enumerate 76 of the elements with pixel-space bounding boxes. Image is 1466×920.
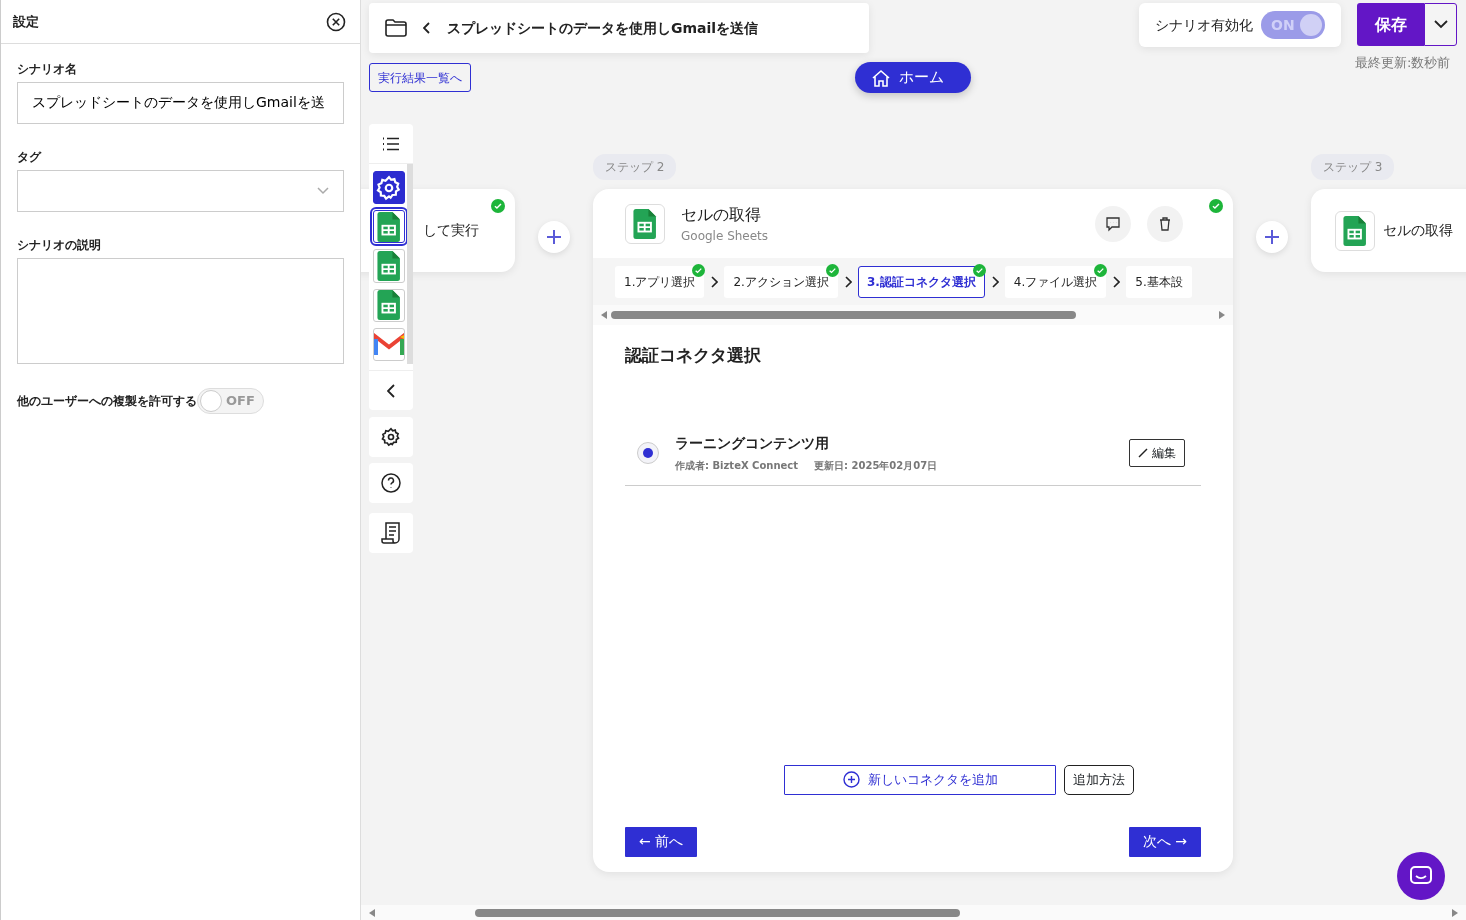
- app-name: Google Sheets: [681, 227, 770, 245]
- trash-icon: [1157, 215, 1173, 232]
- home-button[interactable]: ホーム: [855, 62, 971, 93]
- spreadsheet-icon: [633, 208, 657, 239]
- step-title: セルの取得: [681, 203, 762, 226]
- app-step-button[interactable]: [373, 210, 405, 244]
- next-button[interactable]: 次へ →: [1128, 826, 1201, 857]
- activation-label: シナリオ有効化: [1155, 15, 1253, 35]
- spreadsheet-icon: [377, 251, 401, 281]
- step-tab[interactable]: 4.ファイル選択: [1004, 265, 1107, 298]
- edit-button[interactable]: 編集: [1129, 438, 1185, 467]
- field-label: シナリオの説明: [17, 237, 102, 254]
- chevron-down-icon: [1433, 20, 1448, 29]
- section-title: 認証コネクタ選択: [625, 344, 762, 367]
- results-link[interactable]: 実行結果一覧へ: [369, 63, 471, 92]
- help-icon: [381, 473, 401, 493]
- chevron-down-icon: [317, 187, 329, 195]
- horizontal-scrollbar[interactable]: [593, 305, 1233, 325]
- horizontal-scrollbar[interactable]: [361, 905, 1466, 920]
- field-label: シナリオ名: [17, 61, 78, 78]
- field-label: 他のユーザーへの複製を許可する: [17, 393, 197, 410]
- close-icon[interactable]: [326, 11, 346, 32]
- scenario-name-field[interactable]: スプレッドシートのデータを使用しGmailを送: [17, 82, 344, 124]
- step-title: して実行: [423, 221, 479, 240]
- spreadsheet-icon: [377, 211, 401, 242]
- dropdown-button[interactable]: [1424, 3, 1457, 46]
- description-field[interactable]: [17, 258, 344, 364]
- last-updated-text: 最終更新:数秒前: [1355, 54, 1451, 72]
- pencil-icon: [1138, 447, 1148, 458]
- settings-icon: [381, 427, 401, 447]
- chat-icon: [1410, 866, 1432, 886]
- connector-meta: 作成者: BizteX Connect: [675, 458, 799, 473]
- add-step-button[interactable]: [1256, 221, 1288, 253]
- spreadsheet-icon: [1343, 215, 1367, 246]
- chevron-right-icon: [990, 275, 999, 288]
- chevron-right-icon: [1112, 275, 1121, 288]
- step-tab[interactable]: 2.アクション選択: [724, 265, 838, 298]
- connector-name: ラーニングコンテンツ用: [675, 433, 830, 453]
- add-connector-button[interactable]: 新しいコネクタを追加: [784, 764, 1056, 795]
- add-step-button[interactable]: [538, 221, 570, 253]
- folder-icon: [385, 19, 407, 37]
- receipt-icon: [381, 522, 401, 544]
- back-chevron-icon[interactable]: [423, 22, 431, 34]
- spreadsheet-icon: [377, 290, 401, 321]
- plus-icon: [1264, 229, 1280, 245]
- list-icon: [382, 136, 400, 151]
- save-button[interactable]: 保存: [1357, 3, 1424, 46]
- step-title: セルの取得: [1383, 221, 1453, 240]
- chevron-right-icon: [710, 275, 719, 288]
- step-tab[interactable]: 3.認証コネクタ選択: [857, 265, 985, 298]
- help-button[interactable]: [369, 463, 413, 503]
- previous-button[interactable]: ← 前へ: [625, 826, 698, 857]
- scenario-title: スプレッドシートのデータを使用しGmailを送信: [447, 18, 759, 38]
- log-button[interactable]: [369, 513, 413, 553]
- comment-icon: [1105, 215, 1121, 232]
- step-tab[interactable]: 5.基本設: [1126, 265, 1192, 298]
- mail-icon: [374, 333, 404, 356]
- step-label: ステップ 3: [1311, 154, 1395, 180]
- connector-meta: 更新日: 2025年02月07日: [814, 458, 938, 473]
- home-icon: [871, 68, 891, 87]
- radio-button[interactable]: [637, 441, 659, 464]
- chevron-left-icon: [387, 383, 395, 398]
- plus-icon: [546, 229, 562, 245]
- field-label: タグ: [17, 149, 43, 166]
- chevron-right-icon: [843, 275, 852, 288]
- app-step-button[interactable]: [373, 171, 405, 205]
- settings-button[interactable]: [369, 417, 413, 457]
- how-to-add-button[interactable]: 追加方法: [1064, 764, 1134, 795]
- delete-button[interactable]: [1147, 205, 1183, 242]
- panel-title: 設定: [13, 12, 39, 31]
- chat-button[interactable]: [1397, 852, 1445, 900]
- step-label: ステップ 2: [593, 154, 677, 180]
- comment-button[interactable]: [1095, 205, 1131, 242]
- plus-circle-icon: [842, 771, 860, 788]
- step-tab[interactable]: 1.アプリ選択: [615, 265, 705, 298]
- settings-icon: [376, 174, 402, 201]
